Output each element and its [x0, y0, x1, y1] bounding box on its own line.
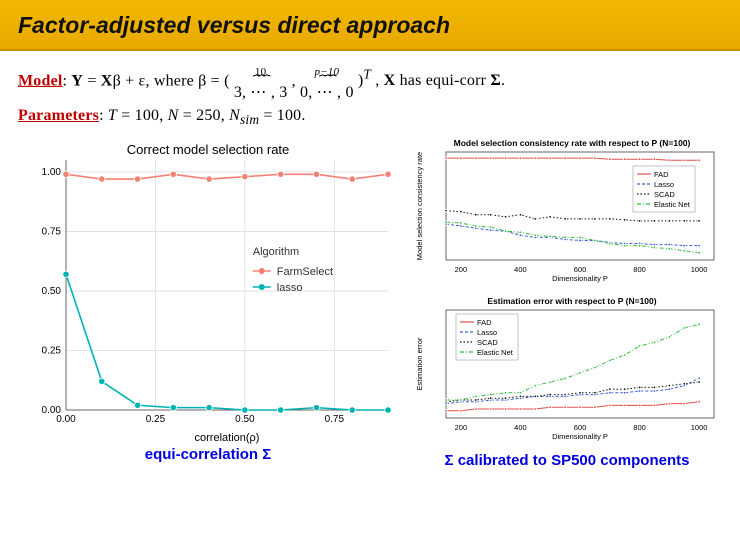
svg-text:SCAD: SCAD [654, 190, 675, 199]
svg-text:Model selection consistency ra: Model selection consistency rate [415, 152, 424, 260]
svg-text:0.75: 0.75 [325, 414, 345, 425]
svg-text:Elastic Net: Elastic Net [477, 348, 514, 357]
chart-left: 0.000.250.500.750.000.250.500.751.00Corr… [18, 134, 398, 444]
parameters-label: Parameters [18, 107, 99, 124]
title-bar: Factor-adjusted versus direct approach [0, 0, 740, 51]
parameters-text: T = 100, N = 250, Nsim = 100. [108, 107, 306, 124]
svg-text:FAD: FAD [477, 318, 492, 327]
caption-left: equi-correlation Σ [18, 446, 398, 463]
svg-text:Lasso: Lasso [477, 328, 497, 337]
svg-text:200: 200 [455, 423, 468, 432]
svg-text:1000: 1000 [691, 423, 708, 432]
svg-text:0.00: 0.00 [42, 405, 62, 416]
svg-text:600: 600 [574, 423, 587, 432]
svg-text:Estimation error with respect: Estimation error with respect to P (N=10… [487, 296, 656, 306]
svg-text:Correct model selection rate: Correct model selection rate [127, 142, 290, 157]
svg-text:Estimation error: Estimation error [415, 337, 424, 390]
svg-text:Elastic Net: Elastic Net [654, 200, 691, 209]
content: Model: Y = Xβ + ε, where β = ( 10 ⏞⏞⏞ 3,… [0, 51, 740, 469]
svg-text:Dimensionality P: Dimensionality P [552, 432, 608, 441]
page-title: Factor-adjusted versus direct approach [18, 12, 722, 39]
overbrace-1: 10 ⏞⏞⏞ 3, ⋯ , 3 [234, 67, 288, 101]
model-eq-tail: )T , X has equi-corr Σ. [358, 72, 505, 89]
svg-text:Dimensionality P: Dimensionality P [552, 274, 608, 283]
svg-text:800: 800 [633, 265, 646, 274]
svg-text:Model selection consistency ra: Model selection consistency rate with re… [454, 138, 691, 148]
svg-text:0.25: 0.25 [42, 346, 62, 357]
model-label: Model [18, 72, 63, 89]
svg-text:lasso: lasso [277, 282, 303, 294]
caption-right: Σ calibrated to SP500 components [412, 452, 722, 469]
right-panel: 200 400 600 800 1000 Model selection consiste… [412, 134, 722, 469]
model-line: Model: Y = Xβ + ε, where β = ( 10 ⏞⏞⏞ 3,… [18, 67, 722, 101]
svg-text:1000: 1000 [691, 265, 708, 274]
svg-text:FarmSelect: FarmSelect [277, 266, 333, 278]
svg-text:600: 600 [574, 265, 587, 274]
svg-text:0.25: 0.25 [146, 414, 166, 425]
svg-text:FAD: FAD [654, 170, 669, 179]
svg-text:Lasso: Lasso [654, 180, 674, 189]
left-panel: 0.000.250.500.750.000.250.500.751.00Corr… [18, 134, 398, 469]
chart-right-bottom: 200 400 600 800 1000 Estimation error with re… [412, 292, 722, 442]
chart-right-top: 200 400 600 800 1000 Model selection consiste… [412, 134, 722, 284]
svg-text:800: 800 [633, 423, 646, 432]
svg-text:1.00: 1.00 [42, 167, 62, 178]
model-eq-lead: Y = Xβ + ε, where β = ( [71, 72, 229, 89]
svg-text:200: 200 [455, 265, 468, 274]
svg-text:0.75: 0.75 [42, 227, 62, 238]
svg-text:SCAD: SCAD [477, 338, 498, 347]
parameters-line: Parameters: T = 100, N = 250, Nsim = 100… [18, 107, 722, 128]
svg-text:400: 400 [514, 423, 527, 432]
svg-text:400: 400 [514, 265, 527, 274]
overbrace-2: p−10 ⏞⏞⏞ 0, ⋯ , 0 [300, 67, 354, 101]
svg-text:0.50: 0.50 [235, 414, 255, 425]
svg-text:correlation(ρ): correlation(ρ) [195, 432, 260, 444]
svg-text:0.50: 0.50 [42, 286, 62, 297]
svg-text:Algorithm: Algorithm [253, 246, 299, 258]
